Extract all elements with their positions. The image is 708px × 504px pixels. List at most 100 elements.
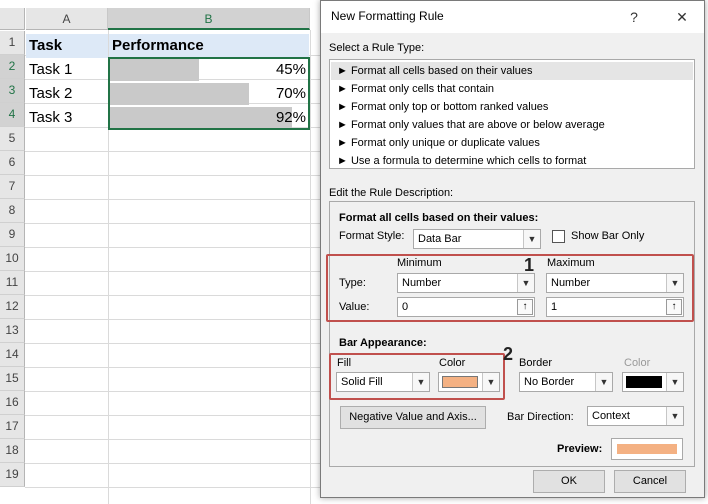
column-header-b[interactable]: B [108, 8, 310, 30]
row-header-3[interactable]: 3 [0, 79, 25, 103]
gridline [25, 199, 320, 200]
maximum-label: Maximum [547, 257, 595, 269]
format-style-select[interactable]: Data Bar ▼ [413, 229, 541, 249]
selection-range [108, 57, 310, 130]
show-bar-only-checkbox[interactable] [552, 230, 565, 243]
row-header-11[interactable]: 11 [0, 271, 25, 295]
cell-b1[interactable]: Performance [109, 34, 309, 58]
rule-type-item[interactable]: ► Format only unique or duplicate values [331, 134, 693, 152]
maximum-type-value: Number [551, 277, 591, 289]
gridline [25, 319, 320, 320]
row-header-14[interactable]: 14 [0, 343, 25, 367]
type-label: Type: [339, 277, 366, 289]
help-button[interactable]: ? [624, 7, 644, 27]
format-style-label: Format Style: [339, 230, 405, 242]
row-header-6[interactable]: 6 [0, 151, 25, 175]
row-header-13[interactable]: 13 [0, 319, 25, 343]
gridline [25, 175, 320, 176]
fill-label: Fill [337, 357, 352, 369]
chevron-down-icon: ▼ [517, 274, 534, 292]
gridline [310, 30, 311, 504]
fill-select[interactable]: Solid Fill ▼ [336, 372, 430, 392]
chevron-down-icon: ▼ [666, 274, 683, 292]
gridline [25, 247, 320, 248]
cell-a3[interactable]: Task 2 [26, 82, 108, 106]
row-header-2[interactable]: 2 [0, 55, 25, 79]
gridline [25, 391, 320, 392]
row-header-7[interactable]: 7 [0, 175, 25, 199]
minimum-value-input[interactable]: 0 ↑ [397, 297, 535, 317]
dialog-titlebar[interactable]: New Formatting Rule ? ✕ [321, 1, 704, 33]
rule-type-list[interactable]: ► Format all cells based on their values… [329, 59, 695, 169]
row-header-4[interactable]: 4 [0, 103, 25, 127]
maximum-value-input[interactable]: 1 ↑ [546, 297, 684, 317]
chevron-down-icon: ▼ [523, 230, 540, 248]
gridline [25, 487, 320, 488]
row-header-8[interactable]: 8 [0, 199, 25, 223]
maximum-type-select[interactable]: Number ▼ [546, 273, 684, 293]
border-color-swatch [626, 376, 662, 388]
fill-color-picker[interactable]: ▼ [438, 372, 500, 392]
column-header-a[interactable]: A [26, 8, 108, 30]
fill-color-swatch [442, 376, 478, 388]
row-header-17[interactable]: 17 [0, 415, 25, 439]
cell-a1[interactable]: Task [26, 34, 108, 58]
row-header-9[interactable]: 9 [0, 223, 25, 247]
rule-type-item[interactable]: ► Format only cells that contain [331, 80, 693, 98]
maximum-value: 1 [551, 301, 558, 313]
minimum-value: 0 [402, 301, 409, 313]
row-header-12[interactable]: 12 [0, 295, 25, 319]
fill-value: Solid Fill [341, 376, 383, 388]
row-header-1[interactable]: 1 [0, 31, 25, 55]
chevron-down-icon: ▼ [482, 373, 499, 391]
chevron-down-icon: ▼ [412, 373, 429, 391]
rule-type-item[interactable]: ► Use a formula to determine which cells… [331, 152, 693, 170]
fill-color-label: Color [439, 357, 466, 369]
border-select[interactable]: No Border ▼ [519, 372, 613, 392]
gridline [25, 295, 320, 296]
row-header-18[interactable]: 18 [0, 439, 25, 463]
format-style-value: Data Bar [418, 233, 462, 245]
cell-a2[interactable]: Task 1 [26, 58, 108, 82]
chevron-down-icon: ▼ [666, 407, 683, 425]
negative-value-axis-button[interactable]: Negative Value and Axis... [340, 406, 486, 429]
border-label: Border [519, 357, 553, 369]
rule-type-item[interactable]: ► Format only values that are above or b… [331, 116, 693, 134]
cancel-button[interactable]: Cancel [614, 470, 686, 493]
callout-number-1: 1 [523, 255, 534, 275]
range-picker-icon[interactable]: ↑ [666, 299, 682, 315]
minimum-type-value: Number [402, 277, 442, 289]
new-formatting-rule-dialog: New Formatting Rule ? ✕ Select a Rule Ty… [320, 0, 705, 498]
rule-type-item[interactable]: ► Format only top or bottom ranked value… [331, 98, 693, 116]
cell-a4[interactable]: Task 3 [26, 106, 108, 130]
preview-bar [617, 444, 677, 454]
row-header-10[interactable]: 10 [0, 247, 25, 271]
border-color-label: Color [624, 357, 651, 369]
border-color-picker[interactable]: ▼ [622, 372, 684, 392]
chevron-down-icon: ▼ [595, 373, 612, 391]
row-header-16[interactable]: 16 [0, 391, 25, 415]
gridline [25, 223, 320, 224]
edit-rule-description-label: Edit the Rule Description: [329, 187, 454, 199]
gridline [25, 439, 320, 440]
rule-type-item[interactable]: ► Format all cells based on their values [331, 62, 693, 80]
ok-button[interactable]: OK [533, 470, 605, 493]
show-bar-only-label: Show Bar Only [571, 230, 645, 242]
range-picker-icon[interactable]: ↑ [517, 299, 533, 315]
row-header-5[interactable]: 5 [0, 127, 25, 151]
row-header-19[interactable]: 19 [0, 463, 25, 487]
preview-box [611, 438, 683, 460]
select-rule-type-label: Select a Rule Type: [329, 42, 425, 54]
border-value: No Border [524, 376, 575, 388]
bar-direction-select[interactable]: Context ▼ [587, 406, 684, 426]
row-header-15[interactable]: 15 [0, 367, 25, 391]
gridline [25, 367, 320, 368]
bar-appearance-label: Bar Appearance: [339, 337, 427, 349]
select-all-corner[interactable] [0, 8, 25, 30]
gridline [25, 415, 320, 416]
callout-number-2: 2 [502, 344, 513, 364]
section-title: Format all cells based on their values: [339, 212, 539, 224]
close-icon[interactable]: ✕ [672, 7, 692, 27]
minimum-type-select[interactable]: Number ▼ [397, 273, 535, 293]
gridline [25, 271, 320, 272]
